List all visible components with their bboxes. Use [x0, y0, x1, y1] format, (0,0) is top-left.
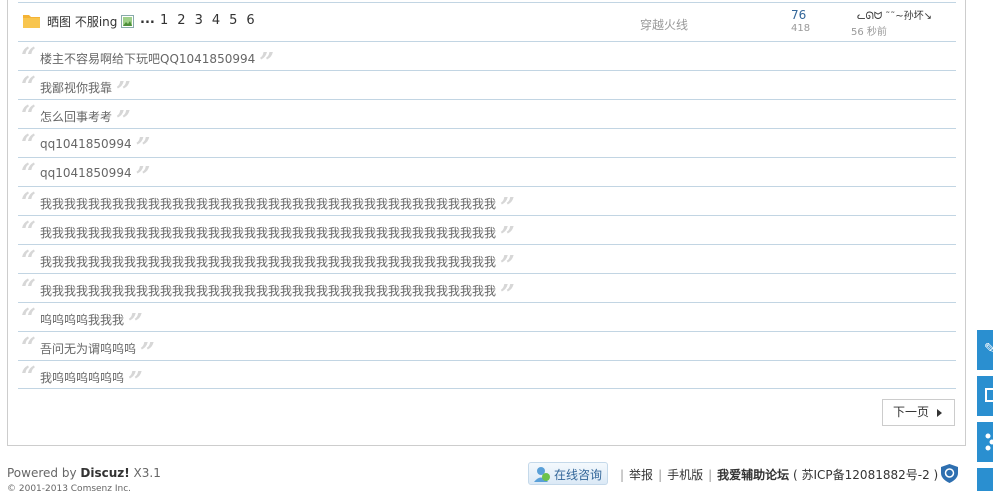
- reply-preview-row[interactable]: “我呜呜呜呜呜呜”: [18, 360, 956, 389]
- quote-open-icon: “: [21, 219, 36, 245]
- reply-preview-row[interactable]: “我我我我我我我我我我我我我我我我我我我我我我我我我我我我我我我我我我我我我我”: [18, 244, 956, 273]
- reply-text: qq1041850994: [40, 137, 132, 151]
- page-link[interactable]: 5: [229, 13, 237, 28]
- side-reply-button[interactable]: ✎: [977, 330, 993, 370]
- reply-text: 我我我我我我我我我我我我我我我我我我我我我我我我我我我我我我我我我我我我我我: [40, 197, 496, 211]
- reply-preview-text: 我我我我我我我我我我我我我我我我我我我我我我我我我我我我我我我我我我我我我我”: [40, 253, 515, 272]
- reply-preview-row[interactable]: “我鄙视你我靠”: [18, 70, 956, 99]
- copyright: © 2001-2013 Comsenz Inc.: [7, 484, 131, 494]
- mobile-link[interactable]: 手机版: [667, 468, 703, 482]
- reply-text: 我鄙视你我靠: [40, 81, 112, 95]
- page-ellipsis: ...: [140, 12, 155, 27]
- quote-open-icon: “: [21, 190, 36, 216]
- quote-open-icon: “: [21, 132, 36, 158]
- reply-preview-text: 我我我我我我我我我我我我我我我我我我我我我我我我我我我我我我我我我我我我我我”: [40, 282, 515, 301]
- reply-text: 呜呜呜呜我我我: [40, 313, 124, 327]
- reply-preview-text: 楼主不容易啊给下玩吧QQ1041850994”: [40, 50, 274, 69]
- online-consult-button[interactable]: 在线咨询: [528, 462, 608, 485]
- separator: |: [658, 468, 662, 482]
- reply-preview-row[interactable]: “我我我我我我我我我我我我我我我我我我我我我我我我我我我我我我我我我我我我我我”: [18, 186, 956, 215]
- reply-preview-text: 怎么回事考考”: [40, 108, 131, 127]
- page-link[interactable]: 1: [160, 13, 168, 28]
- reply-preview-row[interactable]: “qq1041850994”: [18, 128, 956, 157]
- side-quickreply-button[interactable]: [977, 376, 993, 416]
- site-name-link[interactable]: 我爱辅助论坛: [717, 468, 789, 482]
- powered-by: Powered by Discuz! X3.1: [7, 466, 161, 480]
- quote-open-icon: “: [21, 335, 36, 361]
- next-page-label: 下一页: [893, 405, 929, 419]
- page-link[interactable]: 6: [246, 13, 254, 28]
- consult-person-icon: [533, 465, 551, 483]
- page-link[interactable]: 3: [195, 13, 203, 28]
- thread-title[interactable]: 晒图 不服ing: [47, 13, 117, 30]
- thread-row[interactable]: 晒图 不服ing ... 123456 穿越火线 76 418 ᓚᘏᗢ ˜˜~孙…: [18, 3, 956, 41]
- last-poster[interactable]: ᓚᘏᗢ ˜˜~孙坏↘: [857, 7, 932, 22]
- reply-preview-row[interactable]: “我我我我我我我我我我我我我我我我我我我我我我我我我我我我我我我我我我我我我我”: [18, 215, 956, 244]
- last-post-time[interactable]: 56 秒前: [851, 23, 887, 38]
- next-page-button[interactable]: 下一页: [882, 399, 955, 426]
- reply-preview-row[interactable]: “怎么回事考考”: [18, 99, 956, 128]
- quote-open-icon: “: [21, 45, 36, 71]
- quote-open-icon: “: [21, 364, 36, 390]
- reply-preview-text: 我我我我我我我我我我我我我我我我我我我我我我我我我我我我我我我我我我我我我我”: [40, 224, 515, 243]
- page-icon: [985, 388, 993, 402]
- reply-text: 我我我我我我我我我我我我我我我我我我我我我我我我我我我我我我我我我我我我我我: [40, 226, 496, 240]
- icp-link[interactable]: ( 苏ICP备12081882号-2 ): [793, 468, 938, 482]
- reply-text: 怎么回事考考: [40, 110, 112, 124]
- page-links: 123456: [160, 13, 264, 28]
- reply-preview-text: qq1041850994”: [40, 137, 151, 154]
- reply-preview-text: 呜呜呜呜我我我”: [40, 311, 143, 330]
- security-shield-icon[interactable]: [941, 464, 958, 483]
- page-link[interactable]: 2: [177, 13, 185, 28]
- thread-author[interactable]: 穿越火线: [640, 16, 688, 33]
- reply-preview-text: qq1041850994”: [40, 166, 151, 183]
- side-back-to-top-button[interactable]: [977, 468, 993, 491]
- divider: [18, 388, 956, 389]
- chevron-right-icon: [937, 409, 942, 417]
- reply-preview-text: 我鄙视你我靠”: [40, 79, 131, 98]
- quote-open-icon: “: [21, 103, 36, 129]
- reply-text: qq1041850994: [40, 166, 132, 180]
- reply-text: 我呜呜呜呜呜呜: [40, 371, 124, 385]
- reply-preview-text: 我呜呜呜呜呜呜”: [40, 369, 143, 388]
- reply-text: 我我我我我我我我我我我我我我我我我我我我我我我我我我我我我我我我我我我我我我: [40, 284, 496, 298]
- quote-close-icon: ”: [128, 367, 143, 397]
- reply-preview-row[interactable]: “呜呜呜呜我我我”: [18, 302, 956, 331]
- reply-preview-text: 我我我我我我我我我我我我我我我我我我我我我我我我我我我我我我我我我我我我我我”: [40, 195, 515, 214]
- view-count: 418: [791, 23, 810, 34]
- share-icon: [985, 433, 993, 451]
- reply-text: 吾问无为谓呜呜呜: [40, 342, 136, 356]
- powered-prefix: Powered by: [7, 466, 80, 480]
- quote-open-icon: “: [21, 306, 36, 332]
- reply-text: 楼主不容易啊给下玩吧QQ1041850994: [40, 52, 255, 66]
- quote-open-icon: “: [21, 277, 36, 303]
- separator: |: [620, 468, 624, 482]
- reply-icon: ✎: [984, 341, 993, 357]
- report-link[interactable]: 举报: [629, 468, 653, 482]
- image-attachment-icon: [121, 15, 134, 28]
- reply-preview-text: 吾问无为谓呜呜呜”: [40, 340, 155, 359]
- reply-preview-row[interactable]: “吾问无为谓呜呜呜”: [18, 331, 956, 360]
- quote-open-icon: “: [21, 248, 36, 274]
- folder-icon: [23, 13, 40, 28]
- consult-label: 在线咨询: [554, 466, 602, 483]
- reply-text: 我我我我我我我我我我我我我我我我我我我我我我我我我我我我我我我我我我我我我我: [40, 255, 496, 269]
- reply-count[interactable]: 76: [791, 8, 806, 22]
- page-link[interactable]: 4: [212, 13, 220, 28]
- reply-preview-row[interactable]: “我我我我我我我我我我我我我我我我我我我我我我我我我我我我我我我我我我我我我我”: [18, 273, 956, 302]
- reply-preview-row[interactable]: “qq1041850994”: [18, 157, 956, 186]
- quote-open-icon: “: [21, 161, 36, 187]
- version: X3.1: [130, 466, 161, 480]
- separator: |: [708, 468, 712, 482]
- reply-preview-row[interactable]: “楼主不容易啊给下玩吧QQ1041850994”: [18, 41, 956, 70]
- quote-open-icon: “: [21, 74, 36, 100]
- footer-links: | 举报 | 手机版 | 我爱辅助论坛 ( 苏ICP备12081882号-2 ): [615, 466, 938, 483]
- side-share-button[interactable]: [977, 422, 993, 462]
- brand-link[interactable]: Discuz!: [80, 466, 129, 480]
